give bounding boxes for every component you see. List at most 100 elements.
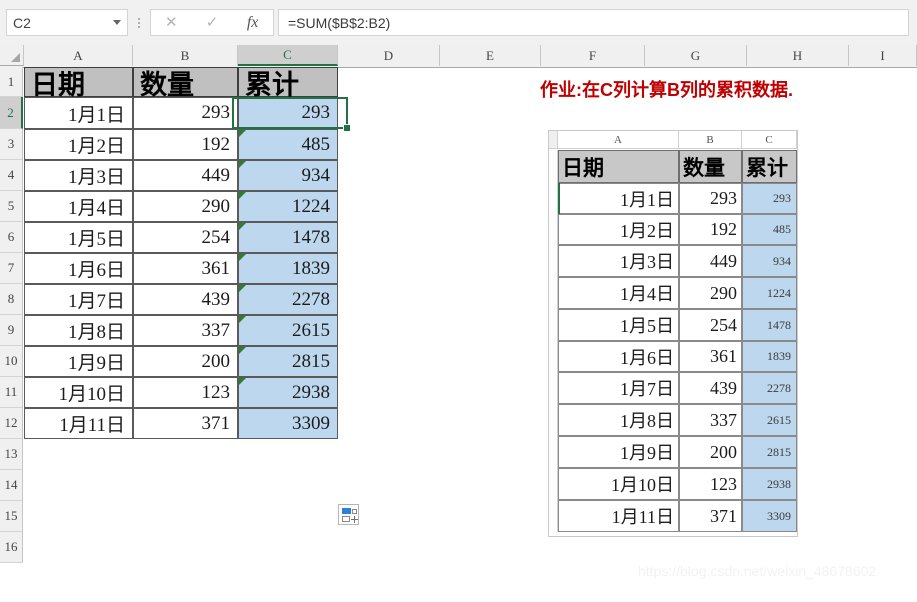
cell-c2[interactable]: 293	[238, 97, 338, 129]
autofill-options-icon[interactable]	[338, 504, 359, 525]
insert-function-icon[interactable]: fx	[236, 14, 270, 31]
cell-c4[interactable]: 934	[238, 160, 338, 191]
cell-a3[interactable]: 1月2日	[24, 129, 133, 160]
row-header-5[interactable]: 5	[0, 191, 23, 222]
inset-cell-value: 1839	[767, 349, 791, 363]
cell-b7[interactable]: 361	[133, 253, 238, 284]
cell-value: 485	[301, 133, 331, 155]
inset-row-stub	[549, 500, 558, 532]
cell-c9[interactable]: 2615	[238, 315, 338, 346]
cell-b9[interactable]: 337	[133, 315, 238, 346]
row-header-4[interactable]: 4	[0, 160, 23, 191]
inset-cell-value: 192	[710, 219, 737, 239]
cell-c7[interactable]: 1839	[238, 253, 338, 284]
cell-b4[interactable]: 449	[133, 160, 238, 191]
row-header-7[interactable]: 7	[0, 253, 23, 284]
cell-b3[interactable]: 192	[133, 129, 238, 160]
inset-cell-value: 1224	[767, 285, 791, 300]
cell-value: 2615	[292, 319, 330, 341]
cell-value: 934	[301, 164, 331, 186]
cell-c5[interactable]: 1224	[238, 191, 338, 222]
cell-c6[interactable]: 1478	[238, 222, 338, 253]
inset-cell-value: 数量	[683, 155, 725, 180]
cell-b11[interactable]: 123	[133, 377, 238, 408]
cell-value: 290	[201, 195, 231, 217]
cell-a6[interactable]: 1月5日	[24, 222, 133, 253]
cell-a7[interactable]: 1月6日	[24, 253, 133, 284]
formula-input[interactable]: =SUM($B$2:B2)	[278, 9, 909, 36]
row-header-label: 3	[7, 136, 15, 151]
cell-c8[interactable]: 2278	[238, 284, 338, 315]
excel-window: C2 ✕ ✓ fx =SUM($B$2:B2) ABCDEFGHI 123456…	[0, 0, 917, 602]
cell-a4[interactable]: 1月3日	[24, 160, 133, 191]
row-header-15[interactable]: 15	[0, 501, 23, 532]
column-header-label: I	[880, 47, 885, 63]
inset-row-stub	[549, 341, 558, 372]
cell-b6[interactable]: 254	[133, 222, 238, 253]
cell-a12[interactable]: 1月11日	[24, 408, 133, 439]
cell-b8[interactable]: 439	[133, 284, 238, 315]
cell-c3[interactable]: 485	[238, 129, 338, 160]
cell-a10[interactable]: 1月9日	[24, 346, 133, 377]
row-header-8[interactable]: 8	[0, 284, 23, 315]
column-header-f[interactable]: F	[541, 45, 645, 66]
row-header-14[interactable]: 14	[0, 470, 23, 501]
cell-a9[interactable]: 1月8日	[24, 315, 133, 346]
inset-cell-a4: 1月3日	[558, 245, 679, 277]
cell-b2[interactable]: 293	[133, 97, 238, 129]
inset-cell-c12: 3309	[742, 500, 797, 532]
cell-a2[interactable]: 1月1日	[24, 97, 133, 129]
inset-cell-c3: 485	[742, 214, 797, 245]
cell-b12[interactable]: 371	[133, 408, 238, 439]
row-header-3[interactable]: 3	[0, 129, 23, 160]
header-cell-a1[interactable]: 日期	[24, 67, 133, 100]
row-header-9[interactable]: 9	[0, 315, 23, 346]
row-header-11[interactable]: 11	[0, 377, 23, 408]
cell-a11[interactable]: 1月10日	[24, 377, 133, 408]
column-header-i[interactable]: I	[849, 45, 917, 66]
row-header-1[interactable]: 1	[0, 67, 23, 97]
row-header-2[interactable]: 2	[0, 97, 23, 129]
error-indicator-icon	[239, 161, 246, 168]
inset-cell-value: 1月6日	[620, 347, 674, 368]
row-header-label: 16	[4, 539, 18, 554]
cell-b5[interactable]: 290	[133, 191, 238, 222]
inset-row-stub	[549, 404, 558, 436]
column-header-label: E	[486, 47, 494, 63]
row-header-12[interactable]: 12	[0, 408, 23, 439]
row-header-16[interactable]: 16	[0, 532, 23, 563]
cell-c12[interactable]: 3309	[238, 408, 338, 439]
row-header-label: 5	[7, 198, 15, 213]
header-cell-b1[interactable]: 数量	[133, 67, 238, 100]
select-all-corner[interactable]	[0, 45, 24, 66]
inset-cell-value: 337	[710, 409, 737, 430]
row-header-6[interactable]: 6	[0, 222, 23, 253]
watermark: https://blog.csdn.net/weixin_48678602	[638, 563, 877, 579]
column-header-g[interactable]: G	[645, 45, 747, 66]
cancel-icon[interactable]: ✕	[154, 15, 188, 30]
cell-a8[interactable]: 1月7日	[24, 284, 133, 315]
cell-c10[interactable]: 2815	[238, 346, 338, 377]
cell-c11[interactable]: 2938	[238, 377, 338, 408]
inset-cell-a9: 1月8日	[558, 404, 679, 436]
inset-cell-value: 485	[773, 222, 791, 236]
row-header-label: 15	[4, 508, 18, 523]
plus-icon	[351, 516, 358, 523]
column-header-h[interactable]: H	[747, 45, 849, 66]
header-cell-c1[interactable]: 累计	[238, 67, 338, 100]
name-box[interactable]: C2	[6, 9, 128, 36]
inset-cell-c9: 2615	[742, 404, 797, 436]
cell-a5[interactable]: 1月4日	[24, 191, 133, 222]
inset-cell-value: 1月3日	[620, 252, 674, 272]
column-header-e[interactable]: E	[440, 45, 541, 66]
cell-b10[interactable]: 200	[133, 346, 238, 377]
column-header-d[interactable]: D	[338, 45, 440, 66]
cell-value: 1月4日	[67, 198, 125, 219]
row-header-10[interactable]: 10	[0, 346, 23, 377]
formula-bar-grip	[130, 9, 148, 36]
confirm-icon[interactable]: ✓	[195, 15, 229, 30]
inset-cell-value: 1月4日	[620, 284, 674, 304]
row-header-13[interactable]: 13	[0, 439, 23, 470]
chevron-down-icon[interactable]	[113, 20, 121, 25]
fill-handle[interactable]	[343, 124, 351, 132]
